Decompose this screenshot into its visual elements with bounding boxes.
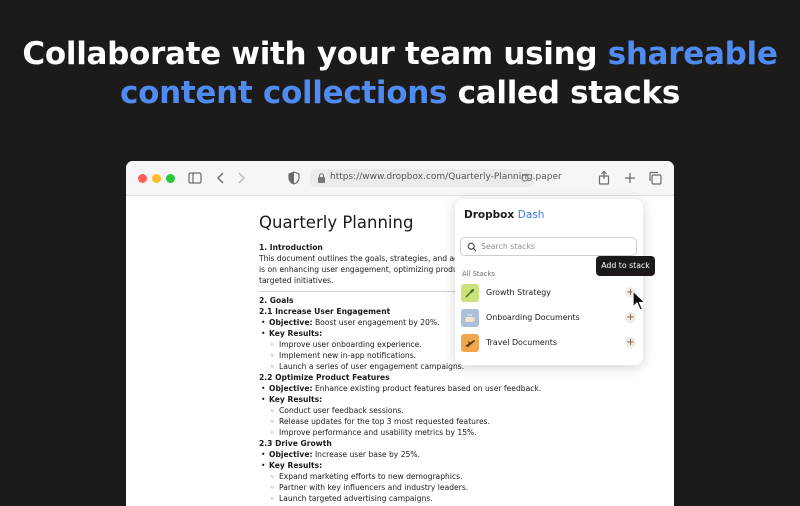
key-result-item: Expand marketing efforts to new demograp… bbox=[269, 471, 559, 482]
key-results-label: Key Results: bbox=[261, 460, 559, 471]
sidebar-icon[interactable] bbox=[187, 170, 203, 186]
intro-line: targeted initiatives. bbox=[259, 276, 334, 285]
browser-toolbar: https://www.dropbox.com/Quarterly-Planni… bbox=[126, 161, 674, 196]
search-icon bbox=[467, 242, 477, 252]
objective-label: Objective: bbox=[269, 450, 313, 459]
add-to-stack-button[interactable]: + bbox=[625, 337, 636, 348]
stack-name: Growth Strategy bbox=[486, 288, 551, 297]
divider bbox=[259, 291, 466, 292]
lock-icon bbox=[318, 173, 325, 183]
objective-label: Objective: bbox=[269, 384, 313, 393]
brand-accent: Dash bbox=[517, 209, 545, 221]
key-results-label-text: Key Results: bbox=[269, 395, 323, 404]
objective-list: Objective: Enhance existing product feat… bbox=[259, 383, 559, 438]
objective-list: Objective: Increase user base by 25%. Ke… bbox=[259, 449, 559, 504]
zoom-window-button[interactable] bbox=[166, 174, 175, 183]
key-results-label: Key Results: bbox=[261, 394, 559, 405]
objective-item: Objective: Enhance existing product feat… bbox=[261, 383, 559, 394]
headline-highlight: shareable bbox=[607, 36, 778, 72]
subsection-heading: 2.3 Drive Growth bbox=[259, 439, 332, 448]
all-stacks-label: All Stacks bbox=[462, 270, 495, 278]
headline-line-2: content collections called stacks bbox=[0, 74, 800, 113]
close-window-button[interactable] bbox=[138, 174, 147, 183]
objective-text: Increase user base by 25%. bbox=[312, 450, 421, 459]
address-bar[interactable]: https://www.dropbox.com/Quarterly-Planni… bbox=[310, 169, 562, 187]
minimize-window-button[interactable] bbox=[152, 174, 161, 183]
sprout-icon bbox=[461, 284, 479, 302]
share-icon[interactable] bbox=[596, 170, 612, 186]
add-to-stack-tooltip: Add to stack bbox=[596, 256, 655, 276]
coffee-cup-icon bbox=[461, 309, 479, 327]
forward-icon[interactable] bbox=[233, 170, 249, 186]
objective-label: Objective: bbox=[269, 318, 313, 327]
stack-name: Travel Documents bbox=[486, 338, 557, 347]
stack-search[interactable] bbox=[460, 237, 637, 256]
key-result-item: Conduct user feedback sessions. bbox=[269, 405, 559, 416]
add-to-stack-button[interactable]: + bbox=[625, 312, 636, 323]
reload-icon[interactable] bbox=[520, 173, 530, 183]
key-result-item: Launch targeted advertising campaigns. bbox=[269, 493, 559, 504]
objective-item: Objective: Increase user base by 25%. bbox=[261, 449, 559, 460]
key-results-label-text: Key Results: bbox=[269, 461, 323, 470]
hero-headline: Collaborate with your team using shareab… bbox=[0, 35, 800, 113]
subsection-heading: 2.2 Optimize Product Features bbox=[259, 373, 390, 382]
key-result-item: Improve performance and usability metric… bbox=[269, 427, 559, 438]
dash-stacks-panel: Dropbox Dash All Stacks Growth Strategy … bbox=[455, 199, 643, 365]
headline-text: called stacks bbox=[447, 75, 681, 111]
key-result-item: Release updates for the top 3 most reque… bbox=[269, 416, 559, 427]
intro-line: This document outlines the goals, strate… bbox=[259, 254, 459, 263]
stack-item[interactable]: Travel Documents + bbox=[461, 334, 639, 354]
stack-name: Onboarding Documents bbox=[486, 313, 580, 322]
objective-text: Enhance existing product features based … bbox=[312, 384, 542, 393]
airplane-icon bbox=[461, 334, 479, 352]
new-tab-icon[interactable] bbox=[622, 170, 638, 186]
intro-line: is on enhancing user engagement, optimiz… bbox=[259, 265, 459, 274]
brand-name: Dropbox bbox=[464, 209, 515, 221]
headline-highlight: content collections bbox=[120, 75, 448, 111]
search-stacks-input[interactable] bbox=[481, 240, 631, 253]
stack-item[interactable]: Growth Strategy + bbox=[461, 284, 639, 304]
headline-line-1: Collaborate with your team using shareab… bbox=[0, 35, 800, 74]
headline-text: Collaborate with your team using bbox=[22, 36, 608, 72]
key-result-item: Partner with key influencers and industr… bbox=[269, 482, 559, 493]
pointer-cursor-icon bbox=[632, 290, 646, 311]
key-results-label-text: Key Results: bbox=[269, 329, 323, 338]
objective-text: Boost user engagement by 20%. bbox=[312, 318, 440, 327]
shield-icon[interactable] bbox=[286, 170, 302, 186]
stack-item[interactable]: Onboarding Documents + bbox=[461, 309, 639, 329]
dropbox-dash-logo: Dropbox Dash bbox=[464, 209, 544, 221]
back-icon[interactable] bbox=[213, 170, 229, 186]
tab-overview-icon[interactable] bbox=[647, 170, 663, 186]
